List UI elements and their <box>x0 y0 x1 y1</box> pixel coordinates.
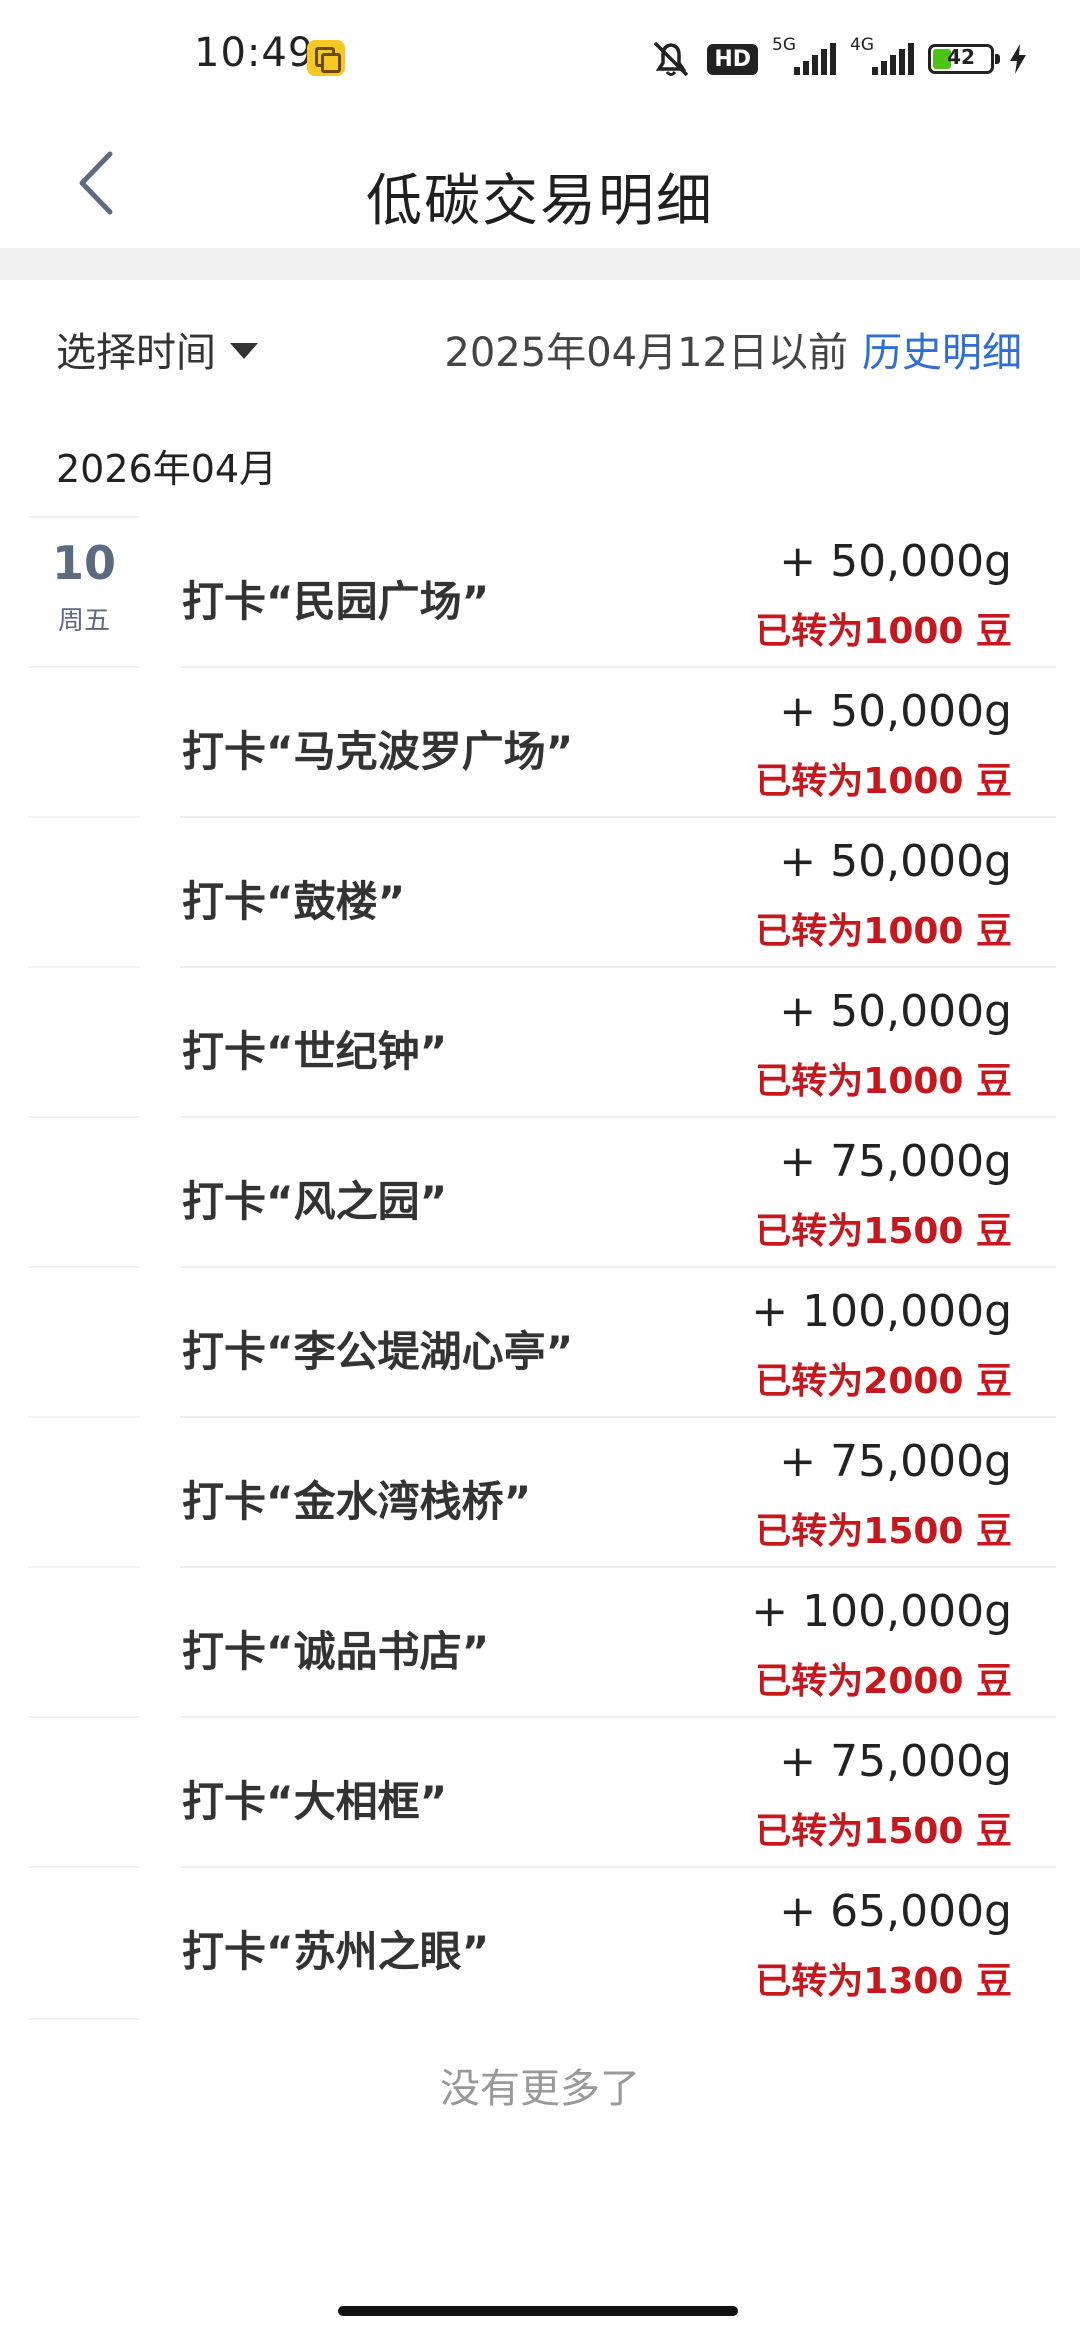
caret-down-icon <box>230 343 258 359</box>
transaction-amount: + 75,000g <box>779 1436 1012 1487</box>
status-bar: 10:49 HD 5G 4G 42 <box>0 0 1080 118</box>
date-group: 10 周五 <box>28 516 140 637</box>
transaction-title: 打卡“大相框” <box>182 1777 448 1826</box>
status-icons: HD 5G 4G 42 <box>649 35 1028 82</box>
transaction-converted: 已转为1000 豆 <box>755 761 1012 802</box>
hd-badge: HD <box>707 43 758 75</box>
navigation-bar: 低碳交易明细 <box>0 118 1080 248</box>
transaction-converted: 已转为1000 豆 <box>755 1061 1012 1102</box>
transaction-converted: 已转为1500 豆 <box>755 1211 1012 1252</box>
date-before-text: 2025年04月12日以前 <box>444 330 848 376</box>
transaction-converted: 已转为2000 豆 <box>755 1361 1012 1402</box>
transaction-amount: + 100,000g <box>751 1586 1012 1637</box>
transaction-list: 打卡“民园广场” + 50,000g 已转为1000 豆打卡“马克波罗广场” + 50… <box>28 518 1056 2020</box>
transaction-row[interactable]: 打卡“世纪钟” + 50,000g 已转为1000 豆 <box>28 968 1056 1118</box>
signal-4g-icon: 4G <box>850 35 914 79</box>
transaction-row[interactable]: 打卡“诚品书店” + 100,000g 已转为2000 豆 <box>28 1568 1056 1718</box>
transaction-amount: + 75,000g <box>779 1736 1012 1787</box>
section-divider <box>0 248 1080 280</box>
transaction-row[interactable]: 打卡“民园广场” + 50,000g 已转为1000 豆 <box>28 518 1056 668</box>
signal-gen-label: 4G <box>850 35 874 55</box>
row-left-separator <box>28 1716 140 1718</box>
filter-row: 选择时间 2025年04月12日以前 历史明细 <box>0 280 1080 410</box>
transaction-title: 打卡“金水湾栈桥” <box>182 1477 532 1526</box>
row-left-separator <box>28 1566 140 1568</box>
transaction-converted: 已转为1000 豆 <box>755 911 1012 952</box>
transaction-row[interactable]: 打卡“大相框” + 75,000g 已转为1500 豆 <box>28 1718 1056 1868</box>
transaction-row[interactable]: 打卡“马克波罗广场” + 50,000g 已转为1000 豆 <box>28 668 1056 818</box>
transaction-title: 打卡“世纪钟” <box>182 1027 448 1076</box>
transaction-row[interactable]: 打卡“风之园” + 75,000g 已转为1500 豆 <box>28 1118 1056 1268</box>
transaction-converted: 已转为1000 豆 <box>755 611 1012 652</box>
row-left-separator <box>28 1266 140 1268</box>
row-left-separator <box>28 1866 140 1868</box>
transaction-title: 打卡“诚品书店” <box>182 1627 490 1676</box>
transaction-amount: + 50,000g <box>779 536 1012 587</box>
battery-level: 42 <box>947 45 975 69</box>
charging-bolt-icon <box>1010 44 1026 74</box>
row-left-separator <box>28 2018 140 2020</box>
no-more-text: 没有更多了 <box>440 2066 640 2112</box>
transaction-title: 打卡“风之园” <box>182 1177 448 1226</box>
signal-gen-label: 5G <box>772 35 796 55</box>
transaction-converted: 已转为1500 豆 <box>755 1511 1012 1552</box>
transaction-amount: + 75,000g <box>779 1136 1012 1187</box>
transaction-title: 打卡“马克波罗广场” <box>182 727 574 776</box>
home-indicator[interactable] <box>338 2306 738 2316</box>
row-left-separator <box>28 1416 140 1418</box>
transaction-converted: 已转为1500 豆 <box>755 1811 1012 1852</box>
date-weekday: 周五 <box>57 606 110 636</box>
row-left-separator <box>28 666 140 668</box>
month-header: 2026年04月 <box>56 447 278 491</box>
transaction-title: 打卡“李公堤湖心亭” <box>182 1327 574 1376</box>
transaction-title: 打卡“苏州之眼” <box>182 1927 490 1976</box>
transaction-row[interactable]: 打卡“李公堤湖心亭” + 100,000g 已转为2000 豆 <box>28 1268 1056 1418</box>
battery-icon: 42 <box>928 44 1000 74</box>
select-time-dropdown[interactable]: 选择时间 <box>56 320 258 378</box>
transaction-title: 打卡“民园广场” <box>182 577 490 626</box>
transaction-row[interactable]: 打卡“苏州之眼” + 65,000g 已转为1300 豆 <box>28 1868 1056 2020</box>
date-day: 10 <box>51 536 116 590</box>
transaction-amount: + 65,000g <box>779 1886 1012 1937</box>
transaction-amount: + 50,000g <box>779 836 1012 887</box>
select-time-label: 选择时间 <box>56 330 216 376</box>
transaction-amount: + 50,000g <box>779 986 1012 1037</box>
row-left-separator <box>28 966 140 968</box>
history-details-link[interactable]: 历史明细 <box>862 320 1022 378</box>
transaction-row[interactable]: 打卡“金水湾栈桥” + 75,000g 已转为1500 豆 <box>28 1418 1056 1568</box>
transaction-amount: + 100,000g <box>751 1286 1012 1337</box>
transaction-row[interactable]: 打卡“鼓楼” + 50,000g 已转为1000 豆 <box>28 818 1056 968</box>
status-time: 10:49 <box>194 30 315 76</box>
row-left-separator <box>28 816 140 818</box>
transaction-amount: + 50,000g <box>779 686 1012 737</box>
transaction-converted: 已转为1300 豆 <box>755 1961 1012 2002</box>
mute-bell-icon <box>654 41 689 77</box>
transaction-converted: 已转为2000 豆 <box>755 1661 1012 1702</box>
transaction-title: 打卡“鼓楼” <box>182 877 406 926</box>
clipboard-app-icon <box>307 40 345 76</box>
page-title: 低碳交易明细 <box>366 169 714 234</box>
row-left-separator <box>28 1116 140 1118</box>
signal-5g-icon: 5G <box>772 35 836 79</box>
